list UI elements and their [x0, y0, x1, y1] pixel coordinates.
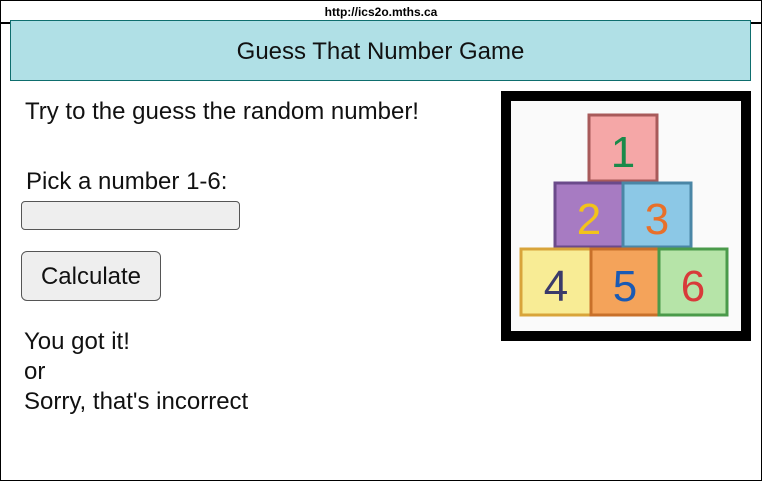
result-correct-text: You got it!	[24, 328, 130, 355]
block-3: 3	[621, 181, 693, 249]
page-title: Guess That Number Game	[236, 38, 525, 65]
page-header: Guess That Number Game	[10, 20, 751, 81]
block-1-label: 1	[611, 128, 635, 177]
block-2-label: 2	[577, 195, 601, 244]
block-1: 1	[587, 113, 659, 183]
number-input[interactable]	[21, 201, 240, 230]
block-6: 6	[657, 247, 729, 317]
number-input-label: Pick a number 1-6:	[26, 168, 228, 195]
block-4-label: 4	[544, 262, 568, 311]
block-5-label: 5	[613, 262, 637, 311]
block-4: 4	[519, 247, 593, 317]
instruction-text: Try to the guess the random number!	[25, 98, 419, 125]
result-area: You got it! or Sorry, that's incorrect	[24, 327, 248, 417]
calculate-button[interactable]: Calculate	[21, 251, 161, 301]
result-separator-text: or	[24, 358, 46, 385]
browser-frame: http://ics2o.mths.ca Guess That Number G…	[0, 0, 762, 481]
block-2: 2	[553, 181, 625, 249]
url-text: http://ics2o.mths.ca	[324, 5, 438, 19]
block-5: 5	[589, 247, 661, 317]
number-blocks-image: 1 2 3 4 5 6	[501, 91, 751, 341]
block-6-label: 6	[681, 262, 705, 311]
result-incorrect-text: Sorry, that's incorrect	[24, 388, 249, 415]
block-3-label: 3	[645, 195, 669, 244]
